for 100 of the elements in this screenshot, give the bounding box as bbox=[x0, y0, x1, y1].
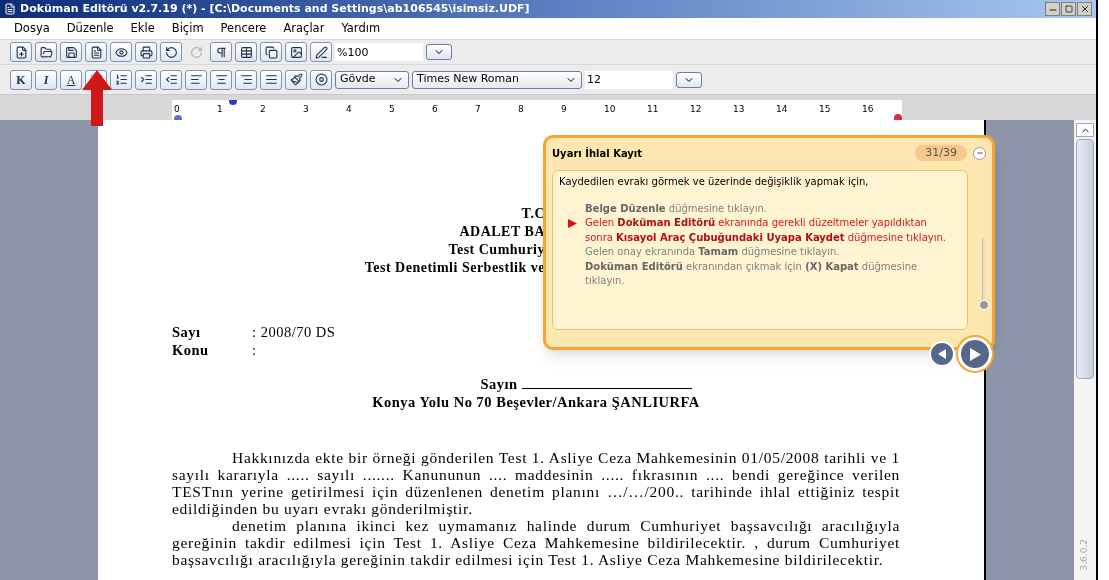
style-dropdown[interactable]: Gövde bbox=[335, 70, 409, 89]
address: Konya Yolu No 70 Beşevler/Ankara ŞANLIURFA bbox=[372, 393, 700, 411]
justify-icon bbox=[264, 73, 278, 86]
toolbar-button[interactable] bbox=[235, 69, 257, 90]
undo-icon bbox=[164, 45, 178, 59]
toolbar-button[interactable] bbox=[235, 42, 257, 62]
close-button[interactable] bbox=[1077, 2, 1092, 16]
paragraph: Hakkınızda ekte bir örneği gönderilen Test 1. Asliye Ceza Mahkemesinin 01/05/2008 tarihli ve 1 sayılı kararıyla ..... sayılı ....... Kanununun .... maddesinin ..... fıkrasının .... bendi gereğince verilen TESTnın yerine getirilmesi için düzenlenen denetim planını …/…/200.. tarihinde ihlal ettiğiniz tespit edildiğinden bu uyarı evrakı gönderilmiştir. bbox=[172, 449, 900, 517]
ruler-number: 5 bbox=[388, 103, 396, 117]
picture-icon bbox=[289, 45, 303, 59]
instruction-step: Gelen onay ekranında Tamam düğmesine tıklayın. bbox=[585, 245, 850, 260]
restore-icon bbox=[1064, 5, 1073, 13]
toolbar-button[interactable] bbox=[260, 42, 282, 62]
toolbar-button[interactable] bbox=[135, 42, 157, 62]
toolbar-button[interactable] bbox=[160, 42, 182, 62]
pointer-arrow-overlay bbox=[82, 70, 112, 126]
minimize-button[interactable] bbox=[1045, 2, 1060, 16]
toolbar-button[interactable] bbox=[85, 42, 107, 62]
menu-item[interactable]: Araçlar bbox=[283, 19, 325, 38]
document-icon bbox=[89, 45, 103, 59]
menu-item[interactable]: Dosya bbox=[14, 19, 50, 38]
ruler-number: 9 bbox=[560, 103, 568, 117]
table-icon bbox=[239, 45, 253, 59]
indent-icon bbox=[139, 73, 153, 86]
scrollbar-thumb[interactable] bbox=[1076, 139, 1094, 379]
toolbar-button[interactable] bbox=[110, 42, 132, 62]
salutation: Sayın bbox=[480, 375, 518, 393]
menu-item[interactable]: Ekle bbox=[130, 19, 155, 38]
menu-item[interactable]: Biçim bbox=[171, 19, 204, 38]
toolbar-button[interactable] bbox=[35, 42, 57, 62]
instruction-step: Belge Düzenle düğmesine tıklayın. bbox=[585, 201, 777, 216]
dropdown-button[interactable] bbox=[676, 71, 702, 88]
toolbar-button[interactable] bbox=[160, 69, 182, 90]
ruler-number: 16 bbox=[861, 103, 875, 117]
menu-item[interactable]: Yardım bbox=[341, 19, 381, 38]
heading-line: Test Cumhuriy bbox=[448, 241, 545, 259]
folder-icon bbox=[39, 45, 53, 59]
minus-icon bbox=[975, 149, 984, 157]
copy-icon bbox=[264, 45, 278, 59]
zoom-field[interactable]: %100 bbox=[335, 43, 423, 61]
heading-line: ADALET BA bbox=[459, 223, 545, 241]
toolbar-button[interactable] bbox=[210, 69, 232, 90]
outdent-icon bbox=[164, 73, 178, 86]
numbered-list-icon bbox=[114, 73, 128, 86]
toolbar-button[interactable] bbox=[260, 69, 282, 90]
dropdown-button[interactable] bbox=[426, 44, 452, 60]
page-counter: 31/39 bbox=[915, 144, 967, 162]
indent-marker bbox=[229, 100, 237, 105]
italic-button[interactable]: I bbox=[35, 69, 57, 90]
previous-button[interactable] bbox=[929, 341, 955, 367]
eye-icon bbox=[114, 45, 128, 59]
toolbar-button[interactable] bbox=[285, 42, 307, 62]
ruler-number: 14 bbox=[775, 103, 789, 117]
field-label: Sayı bbox=[172, 323, 202, 341]
field-label: Konu bbox=[172, 341, 210, 359]
ruler-number: 13 bbox=[732, 103, 746, 117]
popup-scroll-thumb[interactable] bbox=[979, 300, 989, 310]
right-triangle-icon bbox=[969, 347, 981, 361]
stop-icon bbox=[314, 73, 328, 86]
ruler-number: 8 bbox=[517, 103, 525, 117]
align-left-icon bbox=[189, 73, 203, 86]
intro-text: Kaydedilen evrakı görmek ve üzerinde değişiklik yapmak için, bbox=[559, 175, 870, 189]
underline-button[interactable]: A bbox=[60, 69, 82, 90]
toolbar-button[interactable] bbox=[285, 69, 307, 90]
toolbar-button[interactable] bbox=[135, 69, 157, 90]
bold-button[interactable]: K bbox=[10, 69, 32, 90]
margin-marker bbox=[894, 114, 902, 120]
ruler-number: 7 bbox=[474, 103, 482, 117]
toolbar-button[interactable] bbox=[310, 42, 332, 62]
ruler-number: 4 bbox=[345, 103, 353, 117]
next-button[interactable] bbox=[958, 337, 992, 371]
brush-icon bbox=[289, 73, 303, 86]
toolbar-button[interactable] bbox=[10, 42, 32, 62]
toolbar-button[interactable] bbox=[310, 69, 332, 90]
instruction-step: Gelen Doküman Editörü ekranında gerekli düzeltmeler yapıldıktan sonra Kısayol Araç Çubuğundaki Uyapa Kaydet düğmesine tıklayın. bbox=[585, 216, 961, 245]
collapse-button[interactable] bbox=[973, 146, 986, 160]
printer-icon bbox=[139, 45, 153, 59]
close-icon bbox=[1079, 4, 1090, 14]
instruction-step: Doküman Editörü ekranından çıkmak için (X) Kapat düğmesine tıklayın. bbox=[585, 259, 961, 289]
toolbar-button[interactable] bbox=[185, 69, 207, 90]
align-center-icon bbox=[214, 73, 228, 86]
ruler-number: 12 bbox=[689, 103, 703, 117]
align-right-icon bbox=[239, 73, 253, 86]
heading-line: T.C bbox=[521, 205, 545, 223]
menu-item[interactable]: Pencere bbox=[220, 19, 267, 38]
left-triangle-icon bbox=[938, 349, 946, 359]
toolbar-button[interactable] bbox=[60, 42, 82, 62]
ruler-number: 1 bbox=[216, 103, 224, 117]
ruler-number: 0 bbox=[173, 103, 181, 117]
version-label: 3.6.0.2 bbox=[1078, 538, 1091, 570]
toolbar-button[interactable] bbox=[210, 42, 232, 62]
font-size-field[interactable]: 12 bbox=[585, 70, 673, 89]
font-dropdown[interactable]: Times New Roman bbox=[412, 70, 582, 89]
redo-icon bbox=[189, 45, 203, 59]
ruler-number: 11 bbox=[646, 103, 660, 117]
paragraph: denetim planına ikinci kez uymamanız halinde durum Cumhuriyet başsavcılığı aracılığıyla gereğinin takdir edilmesi için Test 1. Asliye Ceza Mahkemesine bildirilecektir. , durum Cumhuriyet başsavcılığı aracılığıyla gereğinin takdir edilmesi için Test 1. Asliye Ceza Mahkemesine bildirilecektir. bbox=[172, 517, 900, 568]
ruler-number: 3 bbox=[302, 103, 310, 117]
toolbar-button[interactable] bbox=[110, 69, 132, 90]
ruler-number: 10 bbox=[603, 103, 617, 117]
menu-item[interactable]: Düzenle bbox=[66, 19, 114, 38]
